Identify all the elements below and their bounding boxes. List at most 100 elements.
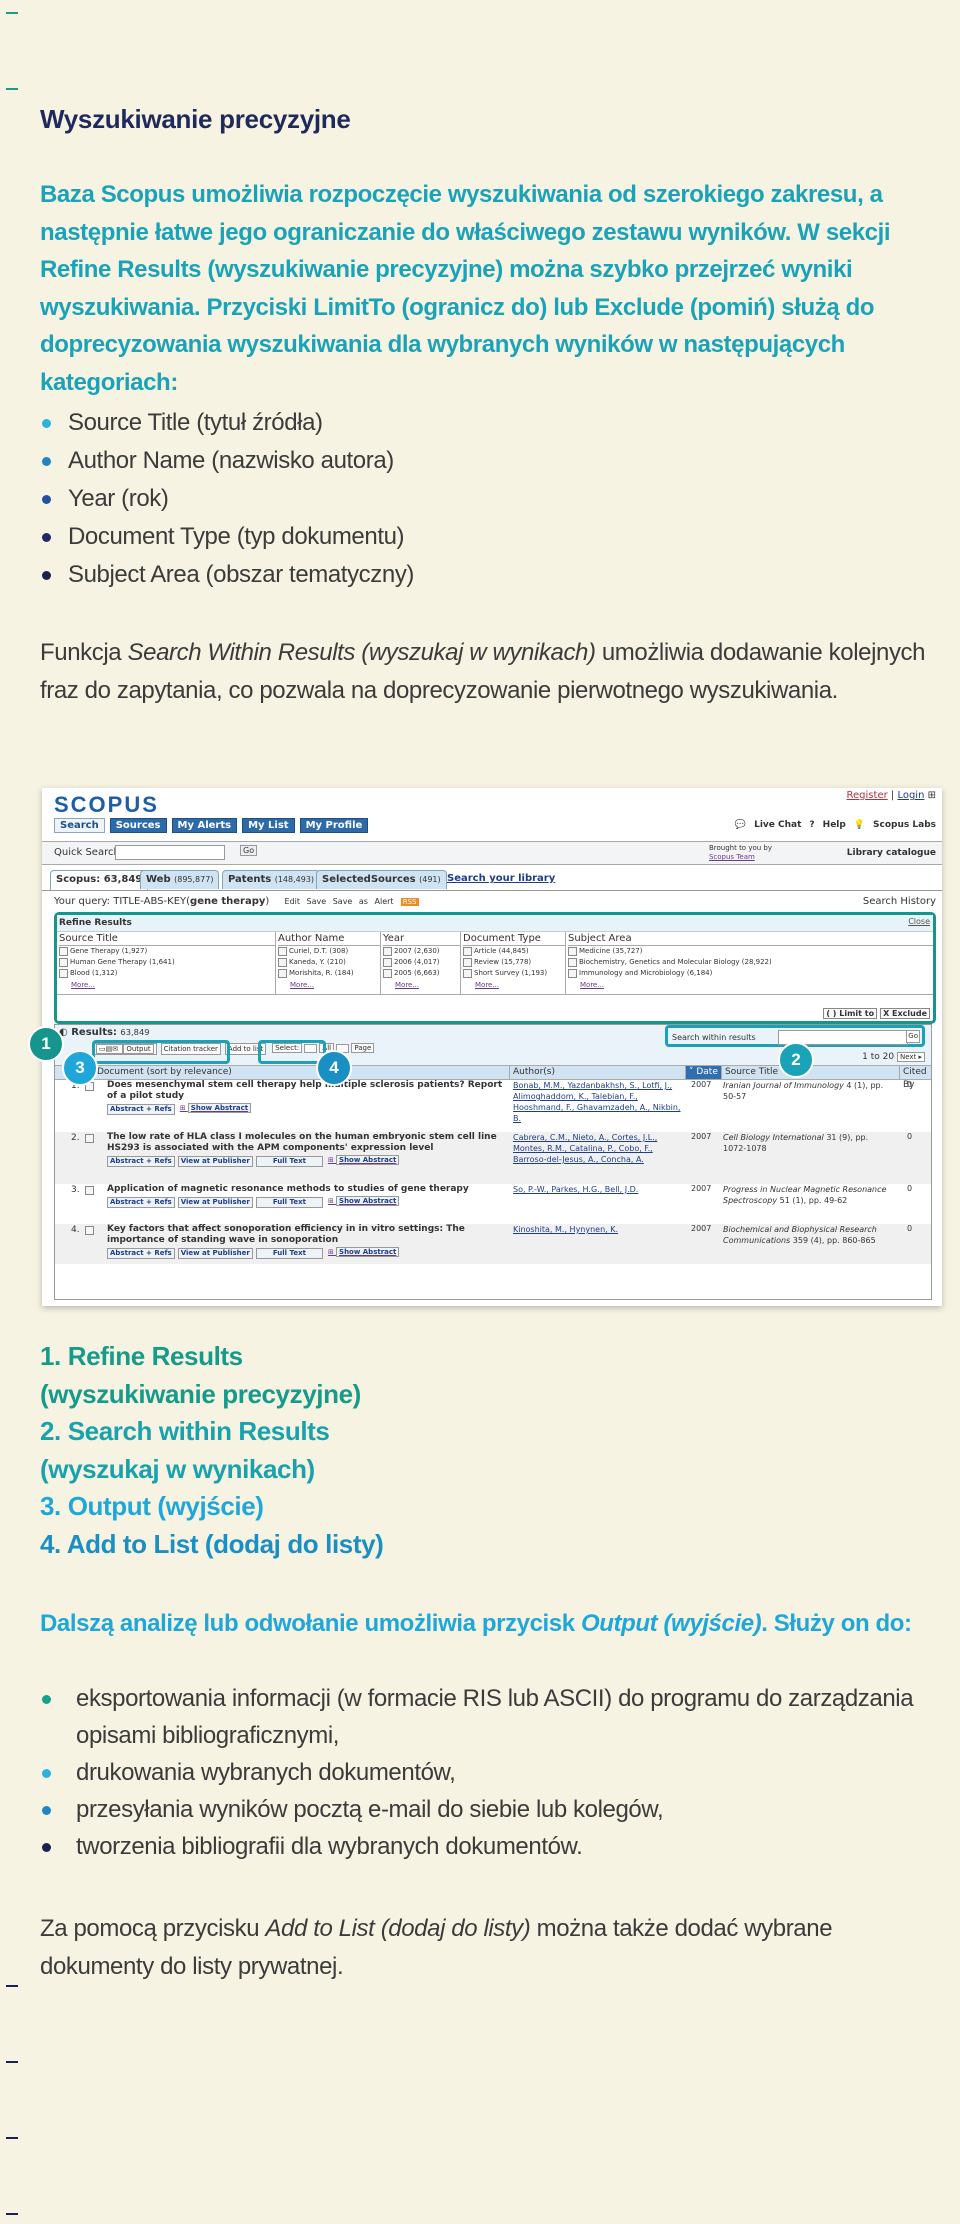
refine-option[interactable]: Kaneda, Y. (210) xyxy=(278,957,380,968)
checkbox[interactable] xyxy=(383,946,392,956)
checkbox[interactable] xyxy=(463,946,472,956)
checkbox[interactable] xyxy=(278,957,287,967)
exclude-button[interactable]: X Exclude xyxy=(880,1008,930,1019)
search-library-link[interactable]: Search your library xyxy=(442,870,560,888)
tab-web[interactable]: Web (895,877) xyxy=(140,870,220,889)
checkbox[interactable] xyxy=(59,968,68,978)
full-text-button[interactable]: Full Text xyxy=(255,1197,323,1208)
checkbox[interactable] xyxy=(59,946,68,956)
full-text-button[interactable]: Full Text xyxy=(255,1156,323,1167)
register-link[interactable]: Register xyxy=(847,790,888,801)
abstract-refs-button[interactable]: Abstract + Refs xyxy=(107,1104,175,1115)
login-link[interactable]: Login xyxy=(897,790,924,801)
refine-actions: ( ) Limit to X Exclude xyxy=(823,1008,930,1019)
refine-option[interactable]: Blood (1,312) xyxy=(59,968,275,979)
authors[interactable]: Cabrera, C.M., Nieto, A., Cortes, J.L., … xyxy=(513,1132,683,1165)
refine-option[interactable]: Morishita, R. (184) xyxy=(278,968,380,979)
authors[interactable]: Kinoshita, M., Hynynen, K. xyxy=(513,1224,683,1235)
limit-to-button[interactable]: ( ) Limit to xyxy=(823,1008,878,1019)
row-checkbox[interactable] xyxy=(85,1134,94,1143)
refine-option[interactable]: Human Gene Therapy (1,641) xyxy=(59,957,275,968)
refine-option[interactable]: Article (44,845) xyxy=(463,946,565,957)
query-actions[interactable]: Edit Save Save as Alert xyxy=(285,897,394,906)
quick-search-go-button[interactable]: Go xyxy=(240,845,258,856)
abstract-refs-button[interactable]: Abstract + Refs xyxy=(107,1156,175,1167)
row-checkbox[interactable] xyxy=(85,1186,94,1195)
tab-patents[interactable]: Patents (148,493) xyxy=(222,870,321,889)
refine-option[interactable]: Gene Therapy (1,927) xyxy=(59,946,275,957)
col-date[interactable]: ˅ Date xyxy=(685,1066,722,1079)
full-text-button[interactable]: Full Text xyxy=(255,1248,323,1259)
col-document[interactable]: Document (sort by relevance) xyxy=(93,1066,511,1079)
document-title[interactable]: The low rate of HLA class I molecules on… xyxy=(107,1132,507,1154)
option-label: Curiel, D.T. (308) xyxy=(289,947,349,955)
view-at-publisher-button[interactable]: View at Publisher xyxy=(177,1197,253,1208)
tab-count: (895,877) xyxy=(174,875,214,884)
refine-option[interactable]: Biochemistry, Genetics and Molecular Bio… xyxy=(568,957,933,968)
checkbox[interactable] xyxy=(568,968,577,978)
quick-search-input[interactable] xyxy=(115,845,225,860)
nav-search[interactable]: Search xyxy=(54,818,105,833)
more-link[interactable]: More... xyxy=(59,979,275,991)
row-checkbox[interactable] xyxy=(85,1226,94,1235)
show-abstract-link[interactable]: ⊞ Show Abstract xyxy=(326,1155,401,1167)
checkbox[interactable] xyxy=(463,968,472,978)
tab-scopus[interactable]: Scopus: 63,849 xyxy=(50,870,149,890)
checkbox[interactable] xyxy=(383,957,392,967)
nav-my-list[interactable]: My List xyxy=(242,818,295,833)
authors[interactable]: So, P.-W., Parkes, H.G., Bell, J.D. xyxy=(513,1184,683,1195)
document-title[interactable]: Key factors that affect sonoporation eff… xyxy=(107,1224,507,1246)
nav-sources[interactable]: Sources xyxy=(109,818,167,833)
refine-option[interactable]: Curiel, D.T. (308) xyxy=(278,946,380,957)
checkbox[interactable] xyxy=(59,957,68,967)
nav-my-alerts[interactable]: My Alerts xyxy=(171,818,238,833)
abstract-refs-button[interactable]: Abstract + Refs xyxy=(107,1248,175,1259)
show-abstract-link[interactable]: ⊞ Show Abstract xyxy=(326,1196,401,1208)
checkbox[interactable] xyxy=(568,946,577,956)
scopus-team-link[interactable]: Scopus Team xyxy=(709,853,755,861)
more-link[interactable]: More... xyxy=(568,979,933,991)
document-title[interactable]: Application of magnetic resonance method… xyxy=(107,1184,527,1195)
view-at-publisher-button[interactable]: View at Publisher xyxy=(177,1156,253,1167)
checkbox[interactable] xyxy=(383,968,392,978)
refine-close-link[interactable]: Close xyxy=(908,917,930,926)
search-history-link[interactable]: Search History xyxy=(863,896,936,907)
table-row: 4. Key factors that affect sonoporation … xyxy=(55,1224,931,1264)
rss-icon[interactable]: RSS xyxy=(400,898,419,906)
more-link[interactable]: More... xyxy=(463,979,565,991)
refine-option[interactable]: 2005 (6,663) xyxy=(383,968,460,979)
document-title[interactable]: Does mesenchymal stem cell therapy help … xyxy=(107,1080,507,1102)
refine-option[interactable]: 2006 (4,017) xyxy=(383,957,460,968)
cited-by: 0 xyxy=(907,1132,913,1141)
query-term: gene therapy xyxy=(190,896,266,907)
tab-selected-sources[interactable]: SelectedSources (491) xyxy=(316,870,447,889)
more-link[interactable]: More... xyxy=(278,979,380,991)
main-nav: Search Sources My Alerts My List My Prof… xyxy=(54,818,369,833)
col-authors[interactable]: Author(s) xyxy=(509,1066,686,1079)
authors[interactable]: Bonab, M.M., Yazdanbakhsh, S., Lotfi, J.… xyxy=(513,1080,683,1124)
callout-badge-2: 2 xyxy=(778,1042,814,1078)
checkbox[interactable] xyxy=(278,946,287,956)
more-link[interactable]: More... xyxy=(383,979,460,991)
refine-option[interactable]: Short Survey (1,193) xyxy=(463,968,565,979)
col-cited-by[interactable]: Cited By xyxy=(899,1066,935,1090)
library-catalogue-link[interactable]: Library catalogue xyxy=(847,848,936,858)
show-abstract-link[interactable]: ⊞ Show Abstract xyxy=(178,1103,253,1115)
next-button[interactable]: Next ▸ xyxy=(896,1052,925,1062)
search-within-go-button[interactable]: Go xyxy=(906,1030,920,1043)
refine-option[interactable]: Review (15,778) xyxy=(463,957,565,968)
help-link[interactable]: Help xyxy=(823,820,846,830)
checkbox[interactable] xyxy=(568,957,577,967)
row-buttons: Abstract + Refs View at Publisher Full Tex… xyxy=(107,1247,401,1259)
scopus-labs-link[interactable]: Scopus Labs xyxy=(873,820,936,830)
view-at-publisher-button[interactable]: View at Publisher xyxy=(177,1248,253,1259)
live-chat-link[interactable]: Live Chat xyxy=(754,820,801,830)
checkbox[interactable] xyxy=(463,957,472,967)
nav-my-profile[interactable]: My Profile xyxy=(299,818,369,833)
refine-option[interactable]: 2007 (2,630) xyxy=(383,946,460,957)
refine-option[interactable]: Medicine (35,727) xyxy=(568,946,933,957)
show-abstract-link[interactable]: ⊞ Show Abstract xyxy=(326,1247,401,1259)
refine-option[interactable]: Immunology and Microbiology (6,184) xyxy=(568,968,933,979)
abstract-refs-button[interactable]: Abstract + Refs xyxy=(107,1197,175,1208)
checkbox[interactable] xyxy=(278,968,287,978)
